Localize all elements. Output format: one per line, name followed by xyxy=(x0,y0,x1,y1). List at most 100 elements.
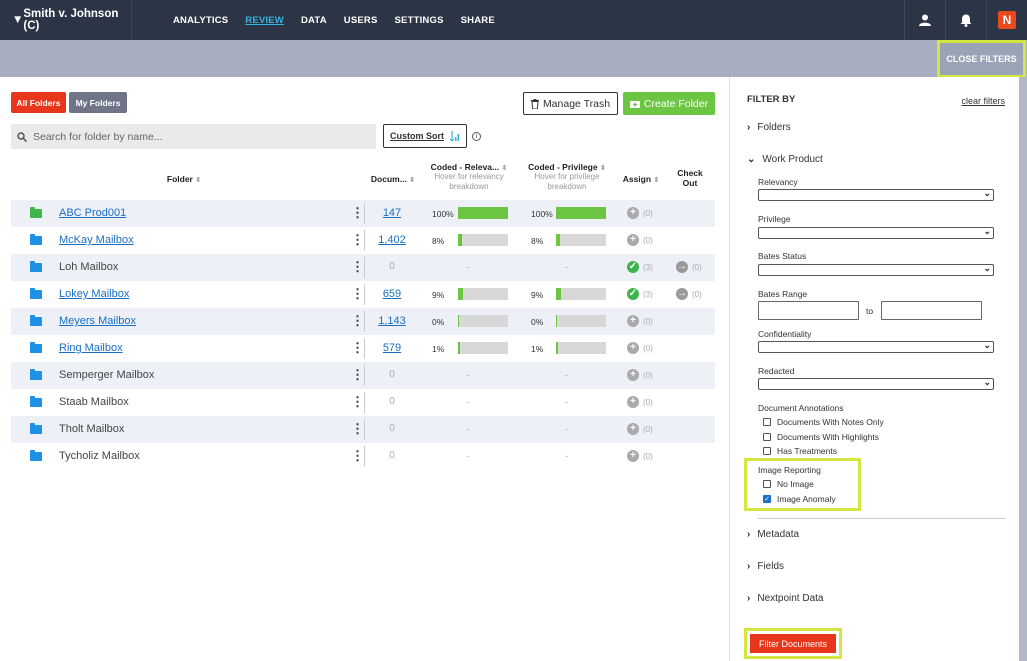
header-check-out[interactable]: Check Out xyxy=(671,168,709,188)
nav-review[interactable]: REVIEW xyxy=(245,15,284,26)
image-anomaly-checkbox[interactable]: ✓ xyxy=(763,495,771,503)
user-icon[interactable] xyxy=(904,0,945,40)
folder-name[interactable]: ABC Prod001 xyxy=(59,207,126,219)
no-image-option[interactable]: No Image xyxy=(763,479,814,489)
custom-sort-button[interactable]: Custom Sort xyxy=(383,124,467,148)
brand-logo-icon[interactable]: N xyxy=(986,0,1027,40)
privilege-progress-bar[interactable] xyxy=(556,315,606,327)
arrow-right-circle-icon[interactable]: → xyxy=(676,261,688,273)
annotation-treatments-checkbox[interactable] xyxy=(763,447,771,455)
no-image-checkbox[interactable] xyxy=(763,480,771,488)
privilege-progress-bar[interactable] xyxy=(556,234,606,246)
table-row[interactable]: Semperger Mailbox ⋮ 0 - - + (0) xyxy=(11,362,715,389)
info-icon[interactable]: i xyxy=(472,132,481,141)
section-work-product[interactable]: ⌄ Work Product xyxy=(747,154,823,165)
table-row[interactable]: ABC Prod001 ⋮ 147 100% 100% + (0) xyxy=(11,200,715,227)
relevancy-progress-bar[interactable] xyxy=(458,234,508,246)
section-metadata[interactable]: › Metadata xyxy=(747,529,799,540)
section-nextpoint-data[interactable]: › Nextpoint Data xyxy=(747,593,824,604)
plus-circle-icon[interactable]: + xyxy=(627,450,639,462)
create-folder-button[interactable]: Create Folder xyxy=(623,92,715,115)
relevancy-progress-bar[interactable] xyxy=(458,315,508,327)
plus-circle-icon[interactable]: + xyxy=(627,369,639,381)
privilege-select[interactable]: ⌄ xyxy=(758,226,994,239)
check-circle-icon[interactable]: ✓ xyxy=(627,261,639,273)
filter-panel-scrollbar[interactable] xyxy=(1019,77,1027,661)
folder-name[interactable]: Ring Mailbox xyxy=(59,342,123,354)
table-row[interactable]: Staab Mailbox ⋮ 0 - - + (0) xyxy=(11,389,715,416)
more-options-icon[interactable]: ⋮ xyxy=(351,233,364,247)
folder-name[interactable]: Meyers Mailbox xyxy=(59,315,136,327)
filter-documents-button[interactable]: Filter Documents xyxy=(750,634,836,653)
more-options-icon[interactable]: ⋮ xyxy=(351,260,364,274)
bates-status-select[interactable]: ⌄ xyxy=(758,263,994,276)
more-options-icon[interactable]: ⋮ xyxy=(351,449,364,463)
plus-circle-icon[interactable]: + xyxy=(627,207,639,219)
document-count[interactable]: 1,402 xyxy=(367,234,417,246)
annotation-highlights-checkbox[interactable] xyxy=(763,433,771,441)
plus-circle-icon[interactable]: + xyxy=(627,234,639,246)
nav-settings[interactable]: SETTINGS xyxy=(395,15,444,26)
more-options-icon[interactable]: ⋮ xyxy=(351,422,364,436)
my-folders-button[interactable]: My Folders xyxy=(69,92,127,113)
nav-analytics[interactable]: ANALYTICS xyxy=(173,15,228,26)
document-count[interactable]: 579 xyxy=(367,342,417,354)
header-assign[interactable]: Assign ⬍ xyxy=(616,174,666,184)
header-documents[interactable]: Docum... ⬍ xyxy=(367,174,419,184)
header-coded-privilege[interactable]: Coded - Privilege ⬍ Hover for privilege … xyxy=(521,162,613,192)
document-count[interactable]: 147 xyxy=(367,207,417,219)
search-input[interactable] xyxy=(33,130,353,143)
relevancy-progress-bar[interactable] xyxy=(458,342,508,354)
more-options-icon[interactable]: ⋮ xyxy=(351,206,364,220)
more-options-icon[interactable]: ⋮ xyxy=(351,314,364,328)
folder-name[interactable]: McKay Mailbox xyxy=(59,234,134,246)
plus-circle-icon[interactable]: + xyxy=(627,423,639,435)
bates-range-to[interactable] xyxy=(881,301,982,320)
plus-circle-icon[interactable]: + xyxy=(627,315,639,327)
table-row[interactable]: Ring Mailbox ⋮ 579 1% 1% + (0) xyxy=(11,335,715,362)
confidentiality-select[interactable]: ⌄ xyxy=(758,340,994,353)
relevancy-progress-bar[interactable] xyxy=(458,207,508,219)
document-count[interactable]: 659 xyxy=(367,288,417,300)
nav-share[interactable]: SHARE xyxy=(461,15,495,26)
section-fields[interactable]: › Fields xyxy=(747,561,784,572)
nav-data[interactable]: DATA xyxy=(301,15,327,26)
more-options-icon[interactable]: ⋮ xyxy=(351,287,364,301)
clear-filters-link[interactable]: clear filters xyxy=(961,96,1005,106)
bell-icon[interactable] xyxy=(945,0,986,40)
document-count[interactable]: 1,143 xyxy=(367,315,417,327)
relevancy-progress-bar[interactable] xyxy=(458,288,508,300)
case-selector[interactable]: ▼ Smith v. Johnson (C) xyxy=(0,0,132,40)
more-options-icon[interactable]: ⋮ xyxy=(351,395,364,409)
privilege-progress-bar[interactable] xyxy=(556,207,606,219)
manage-trash-button[interactable]: Manage Trash xyxy=(523,92,618,115)
bates-range-from[interactable] xyxy=(758,301,859,320)
close-filters-button[interactable]: CLOSE FILTERS xyxy=(937,40,1026,78)
more-options-icon[interactable]: ⋮ xyxy=(351,368,364,382)
nav-users[interactable]: USERS xyxy=(344,15,378,26)
redacted-select[interactable]: ⌄ xyxy=(758,377,994,390)
annotation-treatments-option[interactable]: Has Treatments xyxy=(763,446,837,456)
folder-name[interactable]: Lokey Mailbox xyxy=(59,288,129,300)
table-row[interactable]: Meyers Mailbox ⋮ 1,143 0% 0% + (0) xyxy=(11,308,715,335)
plus-circle-icon[interactable]: + xyxy=(627,342,639,354)
annotation-highlights-option[interactable]: Documents With Highlights xyxy=(763,432,879,442)
image-anomaly-option[interactable]: ✓ Image Anomaly xyxy=(763,494,836,504)
table-row[interactable]: McKay Mailbox ⋮ 1,402 8% 8% + (0) xyxy=(11,227,715,254)
section-folders[interactable]: › Folders xyxy=(747,122,791,133)
relevancy-select[interactable]: ⌄ xyxy=(758,188,994,201)
table-row[interactable]: Loh Mailbox ⋮ 0 - - ✓ (3) → (0) xyxy=(11,254,715,281)
privilege-progress-bar[interactable] xyxy=(556,342,606,354)
all-folders-button[interactable]: All Folders xyxy=(11,92,66,113)
annotation-notes-checkbox[interactable] xyxy=(763,418,771,426)
header-coded-relevancy[interactable]: Coded - Releva... ⬍ Hover for relevancy … xyxy=(423,162,515,192)
more-options-icon[interactable]: ⋮ xyxy=(351,341,364,355)
plus-circle-icon[interactable]: + xyxy=(627,396,639,408)
table-row[interactable]: Lokey Mailbox ⋮ 659 9% 9% ✓ (3) → (0) xyxy=(11,281,715,308)
check-circle-icon[interactable]: ✓ xyxy=(627,288,639,300)
header-folder[interactable]: Folder ⬍ xyxy=(161,174,207,184)
table-row[interactable]: Tholt Mailbox ⋮ 0 - - + (0) xyxy=(11,416,715,443)
arrow-right-circle-icon[interactable]: → xyxy=(676,288,688,300)
privilege-progress-bar[interactable] xyxy=(556,288,606,300)
annotation-notes-option[interactable]: Documents With Notes Only xyxy=(763,417,884,427)
